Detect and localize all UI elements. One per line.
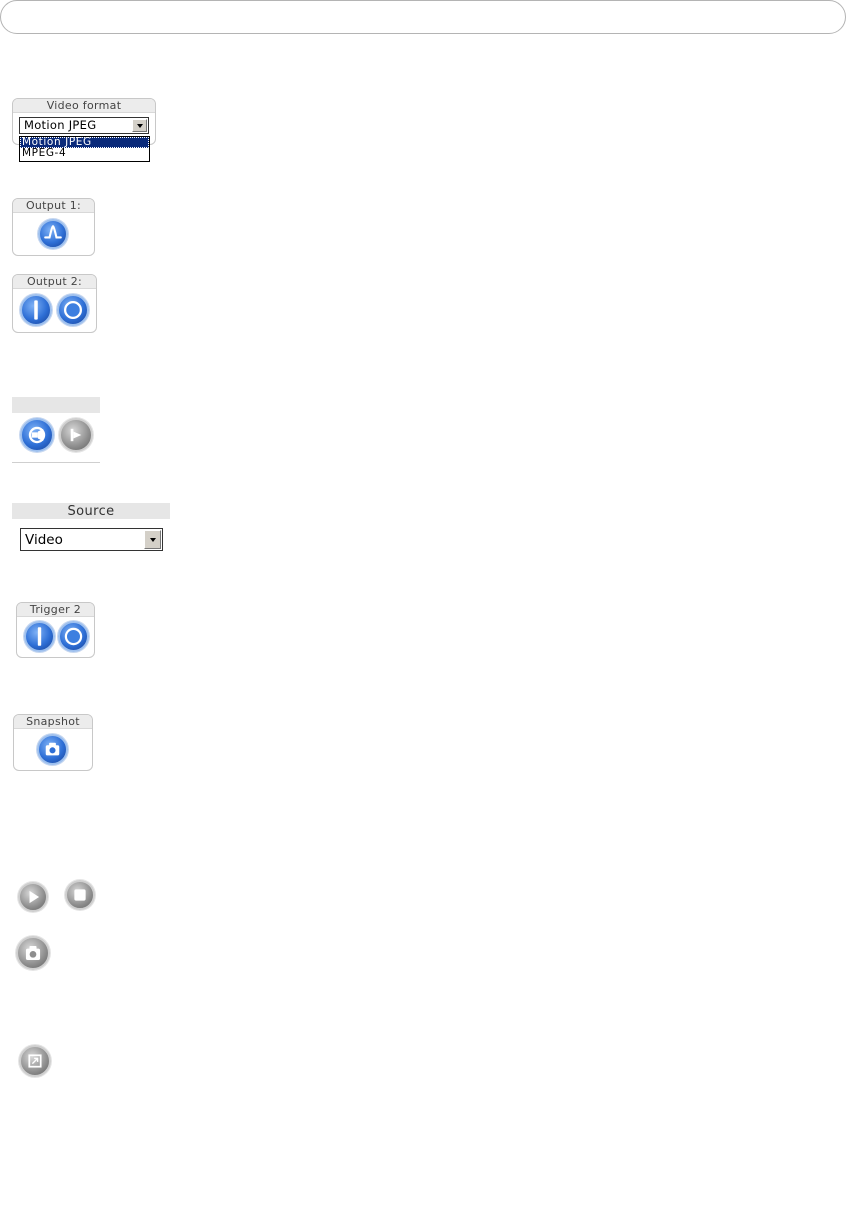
fullscreen-icon[interactable] <box>19 1045 51 1077</box>
video-format-title: Video format <box>13 99 155 113</box>
on-icon[interactable] <box>20 294 52 326</box>
trigger2-title: Trigger 2 <box>17 603 94 617</box>
output1-title: Output 1: <box>13 199 94 213</box>
audio-strip <box>12 397 100 413</box>
top-bar <box>0 0 846 34</box>
video-format-select[interactable]: Motion JPEG <box>19 117 149 134</box>
pulse-icon[interactable] <box>38 219 68 249</box>
off-icon[interactable] <box>58 621 89 652</box>
video-format-value: Motion JPEG <box>24 118 97 132</box>
camera-icon[interactable] <box>16 936 50 970</box>
talk-icon[interactable] <box>20 418 54 452</box>
source-value: Video <box>25 532 63 548</box>
on-icon[interactable] <box>24 621 55 652</box>
source-select[interactable]: Video <box>20 528 163 551</box>
camera-icon[interactable] <box>37 734 68 765</box>
off-icon[interactable] <box>57 294 89 326</box>
play-icon[interactable] <box>18 882 48 912</box>
video-format-dropdown: Motion JPEG MPEG-4 <box>19 136 150 162</box>
chevron-down-icon[interactable] <box>144 530 161 549</box>
listen-icon[interactable] <box>59 418 93 452</box>
source-title: Source <box>67 504 115 519</box>
output2-title: Output 2: <box>13 275 96 289</box>
source-title-bar: Source <box>12 503 170 519</box>
dropdown-option[interactable]: MPEG-4 <box>20 148 149 159</box>
divider <box>12 462 100 463</box>
stop-icon[interactable] <box>65 880 95 910</box>
chevron-down-icon[interactable] <box>132 119 147 132</box>
snapshot-title: Snapshot <box>14 715 92 729</box>
